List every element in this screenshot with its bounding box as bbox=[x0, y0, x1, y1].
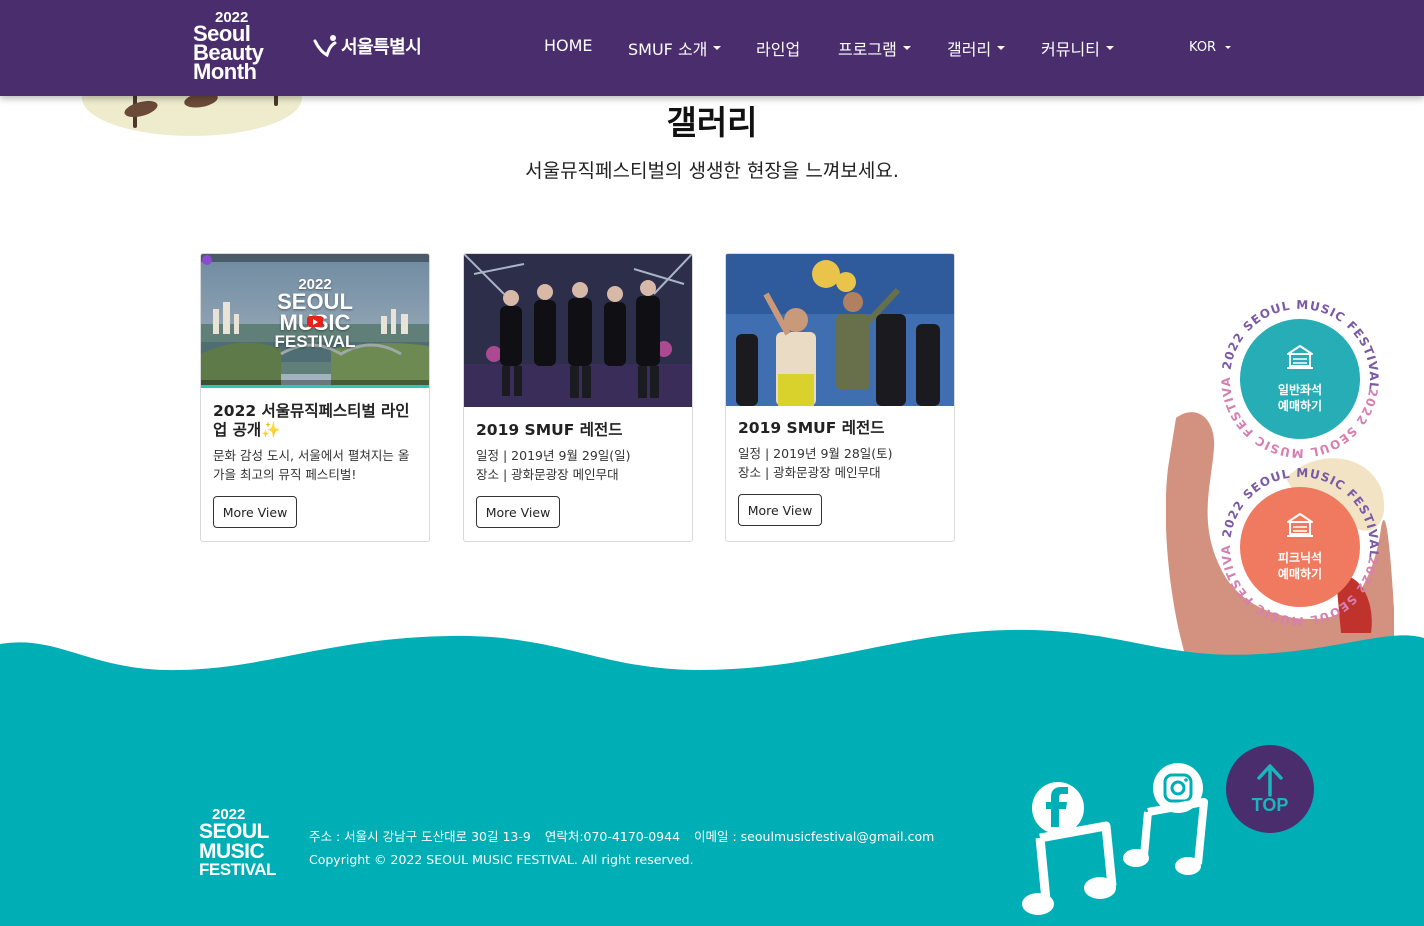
nav-label: 커뮤니티 bbox=[1041, 40, 1100, 59]
sparkles-icon: ✨ bbox=[261, 421, 281, 440]
reserve-label-line: 예매하기 bbox=[1277, 567, 1323, 581]
facebook-icon bbox=[1032, 782, 1084, 834]
footer-email[interactable]: 이메일 : seoulmusicfestival@gmail.com bbox=[694, 829, 934, 844]
nav-home[interactable]: HOME bbox=[544, 36, 593, 55]
top-label: TOP bbox=[1251, 794, 1289, 815]
picnic-seat-reserve-button[interactable]: 2022 SEOUL MUSIC FESTIVAL 2022 SEOUL MUS… bbox=[1220, 467, 1380, 627]
gallery-photo[interactable] bbox=[726, 254, 954, 406]
card-schedule: 일정 | 2019년 9월 28일(토) bbox=[738, 446, 893, 461]
footer-address: 주소 : 서울시 강남구 도산대로 30길 13-9 bbox=[309, 829, 531, 844]
social-links-group bbox=[1022, 763, 1208, 915]
reserve-label-line: 예매하기 bbox=[1277, 399, 1323, 413]
general-seat-disc[interactable]: 일반좌석 예매하기 bbox=[1240, 319, 1360, 439]
ticket-booth-icon bbox=[1287, 512, 1313, 537]
gallery-card[interactable]: 2022 SEOUL MUSIC FESTIVAL 2022 서울뮤직페스티벌 … bbox=[200, 253, 430, 542]
caret-down-icon bbox=[902, 46, 911, 50]
gallery-card[interactable]: 2019 SMUF 레전드 일정 | 2019년 9월 28일(토) 장소 | … bbox=[725, 253, 955, 542]
footer-festival-logo[interactable]: 2022 SEOUL MUSIC FESTIVAL bbox=[199, 807, 276, 880]
thumbnail-logo-text: FESTIVAL bbox=[274, 332, 356, 352]
logo-word: Month bbox=[193, 58, 257, 84]
thumbnail-festival-logo: 2022 SEOUL MUSIC FESTIVAL bbox=[201, 277, 429, 352]
youtube-play-icon[interactable] bbox=[307, 316, 323, 327]
footer-info: 주소 : 서울시 강남구 도산대로 30길 13-9 연락처:070-4170-… bbox=[309, 826, 944, 871]
seoul-city-mark-icon bbox=[313, 35, 337, 58]
footer-contact-line: 주소 : 서울시 강남구 도산대로 30길 13-9 연락처:070-4170-… bbox=[309, 826, 944, 849]
footer-logo-word: FESTIVAL bbox=[199, 860, 276, 880]
footer-logo-word: SEOUL bbox=[199, 820, 269, 844]
footer-logo-word: MUSIC bbox=[199, 840, 265, 864]
caret-down-icon bbox=[1105, 46, 1114, 50]
page-title: 갤러리 bbox=[666, 103, 758, 142]
scroll-top-button[interactable]: TOP bbox=[1226, 745, 1314, 833]
more-view-button[interactable]: More View bbox=[738, 494, 822, 526]
card-title: 2022 서울뮤직페스티벌 라인업 공개✨ bbox=[213, 402, 419, 441]
card-schedule: 일정 | 2019년 9월 29일(일) bbox=[476, 448, 631, 463]
card-location: 장소 | 광화문광장 메인무대 bbox=[738, 465, 881, 481]
seoul-beauty-month-logo[interactable]: 2022 Seoul Beauty Month bbox=[193, 10, 285, 84]
caret-down-icon bbox=[997, 46, 1006, 50]
nav-label: 갤러리 bbox=[947, 40, 992, 59]
arrow-up-icon bbox=[1257, 763, 1283, 797]
nav-gallery[interactable]: 갤러리 bbox=[947, 36, 1006, 60]
language-label: KOR bbox=[1189, 40, 1217, 55]
nav-community[interactable]: 커뮤니티 bbox=[1041, 36, 1114, 60]
concert-performer-photo bbox=[726, 254, 954, 406]
card-description: 일정 | 2019년 9월 29일(일) 장소 | 광화문광장 메인무대 bbox=[476, 446, 682, 485]
reserve-label-line: 일반좌석 bbox=[1277, 382, 1323, 397]
reserve-label: 일반좌석 예매하기 bbox=[1278, 382, 1322, 414]
card-title: 2019 SMUF 레전드 bbox=[738, 419, 885, 437]
seoul-city-logo[interactable]: 서울특별시 bbox=[313, 30, 422, 62]
nav-label: 프로그램 bbox=[838, 40, 897, 59]
concert-stage-photo bbox=[464, 254, 692, 407]
card-description: 문화 감성 도시, 서울에서 펼쳐지는 올가을 최고의 뮤직 페스티벌! bbox=[213, 448, 410, 483]
card-location: 장소 | 광화문광장 메인무대 bbox=[476, 467, 619, 483]
reserve-label-line: 피크닉석 bbox=[1277, 550, 1323, 565]
card-description: 일정 | 2019년 9월 28일(토) 장소 | 광화문광장 메인무대 bbox=[738, 444, 944, 483]
footer-phone: 연락처:070-4170-0944 bbox=[544, 829, 681, 844]
site-header: 2022 Seoul Beauty Month 서울특별시 HOME SMUF … bbox=[0, 0, 1424, 96]
reserve-label: 피크닉석 예매하기 bbox=[1278, 550, 1322, 582]
card-title: 2019 SMUF 레전드 bbox=[476, 421, 623, 439]
seoul-city-logo-text: 서울특별시 bbox=[341, 37, 422, 58]
page-subtitle: 서울뮤직페스티벌의 생생한 현장을 느껴보세요. bbox=[525, 160, 899, 182]
nav-smuf-intro[interactable]: SMUF 소개 bbox=[628, 36, 722, 60]
nav-label: HOME bbox=[544, 36, 593, 55]
card-title-text: 2022 서울뮤직페스티벌 라인업 공개 bbox=[213, 402, 410, 440]
picnic-seat-disc[interactable]: 피크닉석 예매하기 bbox=[1240, 487, 1360, 607]
nav-label: SMUF 소개 bbox=[628, 40, 708, 59]
gallery-photo[interactable] bbox=[464, 254, 692, 407]
footer-copyright: Copyright © 2022 SEOUL MUSIC FESTIVAL. A… bbox=[309, 851, 694, 867]
nav-lineup[interactable]: 라인업 bbox=[756, 36, 800, 60]
nav-program[interactable]: 프로그램 bbox=[838, 36, 911, 60]
caret-down-icon bbox=[713, 46, 722, 50]
general-seat-reserve-button[interactable]: 2022 SEOUL MUSIC FESTIVAL 2022 SEOUL MUS… bbox=[1220, 299, 1380, 459]
more-view-button[interactable]: More View bbox=[476, 496, 560, 528]
caret-down-icon bbox=[1225, 46, 1232, 49]
language-selector[interactable]: KOR bbox=[1189, 40, 1232, 55]
nav-label: 라인업 bbox=[756, 40, 801, 59]
more-view-button[interactable]: More View bbox=[213, 496, 297, 528]
video-thumbnail[interactable]: 2022 SEOUL MUSIC FESTIVAL bbox=[201, 254, 429, 388]
ticket-booth-icon bbox=[1287, 344, 1313, 369]
gallery-card[interactable]: 2019 SMUF 레전드 일정 | 2019년 9월 29일(일) 장소 | … bbox=[463, 253, 693, 542]
